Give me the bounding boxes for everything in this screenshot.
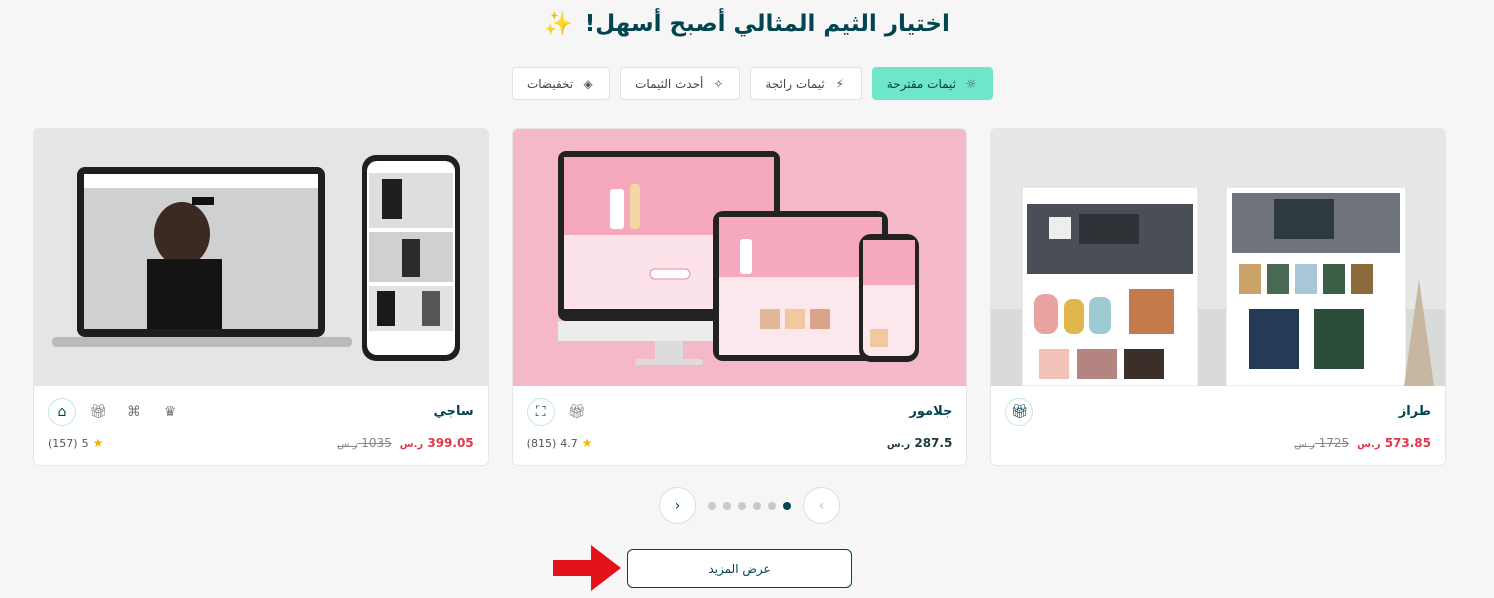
theme-features: 🎁︎	[1005, 398, 1034, 426]
trending-icon: ⚡	[835, 76, 844, 91]
chevron-right-icon[interactable]: ›	[803, 487, 840, 524]
tab-newest[interactable]: ✧ أحدث الثيمات	[620, 67, 741, 100]
theme-card-saji[interactable]: ساجي 399.05 ر.س 1035 ر.س (157) 5 ★ ♛ ⌘ 🎁…	[32, 128, 489, 466]
tab-label: ثيمات رائجة	[765, 76, 825, 91]
review-count: (815)	[526, 436, 557, 450]
section-heading: اختيار الثيم المثالي أصبح أسهل! ✨	[0, 10, 1494, 37]
crown-icon[interactable]: ♛	[156, 398, 184, 426]
card-info: جلامور 287.5 ر.س (815) 4.7 ★ 🎁︎ ⛶	[513, 386, 967, 465]
pagination-dot[interactable]	[738, 501, 746, 510]
rating-value: 5	[81, 436, 89, 450]
review-count: (157)	[47, 436, 78, 450]
theme-features: 🎁︎ ⛶	[526, 398, 591, 426]
price-row: 573.85 ر.س 1725 ر.س	[1295, 436, 1431, 450]
taraz-mockup-illustration	[991, 129, 1445, 386]
gift-icon[interactable]: 🎁︎	[1005, 398, 1034, 426]
theme-card-glamour[interactable]: جلامور 287.5 ر.س (815) 4.7 ★ 🎁︎ ⛶	[511, 128, 968, 466]
red-arrow-icon	[553, 545, 621, 591]
pagination-dot[interactable]	[768, 501, 776, 510]
lightbulb-icon: ☼	[965, 76, 977, 91]
hanger-icon[interactable]: ⌂	[47, 398, 76, 426]
theme-card-taraz[interactable]: طراز 573.85 ر.س 1725 ر.س 🎁︎	[990, 128, 1446, 466]
theme-features: ♛ ⌘ 🎁︎ ⌂	[47, 398, 184, 426]
saji-mockup-illustration	[33, 129, 488, 386]
price-row: 399.05 ر.س 1035 ر.س	[337, 436, 473, 450]
sale-price: 573.85 ر.س	[1357, 436, 1431, 450]
heading-text: اختيار الثيم المثالي أصبح أسهل!	[584, 11, 950, 37]
pagination-dot[interactable]	[753, 501, 761, 510]
rating: (815) 4.7 ★	[527, 436, 593, 450]
carousel-pagination: › ‹	[640, 487, 840, 524]
price-row: 287.5 ر.س	[887, 436, 953, 450]
theme-name[interactable]: طراز	[1399, 404, 1431, 419]
theme-filter-tabs: ☼ ثيمات مقترحة ⚡ ثيمات رائجة ✧ أحدث الثي…	[486, 67, 993, 100]
theme-name[interactable]: ساجي	[433, 404, 473, 419]
tab-trending[interactable]: ⚡ ثيمات رائجة	[750, 67, 862, 100]
theme-preview-image[interactable]	[33, 129, 488, 386]
magic-wand-icon: ✧	[713, 76, 724, 91]
sale-price: 399.05 ر.س	[399, 436, 474, 450]
theme-name[interactable]: جلامور	[909, 404, 952, 419]
old-price: 1725 ر.س	[1294, 436, 1350, 450]
chevron-left-icon[interactable]: ‹	[659, 487, 696, 524]
theme-preview-image[interactable]	[512, 129, 967, 386]
tab-label: أحدث الثيمات	[635, 76, 704, 91]
tab-discounts[interactable]: ◈ تخفيضات	[511, 67, 611, 100]
theme-preview-image[interactable]	[991, 129, 1445, 386]
gamepad-icon[interactable]: ⌘	[120, 398, 148, 426]
pagination-dot[interactable]	[708, 501, 716, 510]
card-info: ساجي 399.05 ر.س 1035 ر.س (157) 5 ★ ♛ ⌘ 🎁…	[34, 386, 488, 465]
tab-suggested[interactable]: ☼ ثيمات مقترحة	[871, 67, 993, 100]
star-icon: ★	[92, 436, 104, 450]
glamour-mockup-illustration	[512, 129, 967, 386]
tag-icon: ◈	[583, 76, 593, 91]
pagination-dot[interactable]	[783, 501, 791, 510]
star-icon: ★	[581, 436, 593, 450]
show-more-button[interactable]: عرض المزيد	[627, 549, 852, 588]
tab-label: تخفيضات	[526, 76, 574, 91]
pagination-dots	[708, 501, 791, 510]
sparkle-icon: ✨	[544, 11, 573, 37]
gift-icon[interactable]: 🎁︎	[563, 398, 591, 426]
rating-value: 4.7	[560, 436, 578, 450]
rating: (157) 5 ★	[48, 436, 103, 450]
tab-label: ثيمات مقترحة	[886, 76, 956, 91]
pagination-dot[interactable]	[723, 501, 731, 510]
basket-icon[interactable]: ⛶	[526, 398, 555, 426]
old-price: 1035 ر.س	[337, 436, 392, 450]
card-info: طراز 573.85 ر.س 1725 ر.س 🎁︎	[991, 386, 1445, 465]
theme-cards: طراز 573.85 ر.س 1725 ر.س 🎁︎ جلامور 287.5…	[32, 128, 1446, 466]
gift-icon[interactable]: 🎁︎	[84, 398, 112, 426]
price: 287.5 ر.س	[886, 436, 953, 450]
